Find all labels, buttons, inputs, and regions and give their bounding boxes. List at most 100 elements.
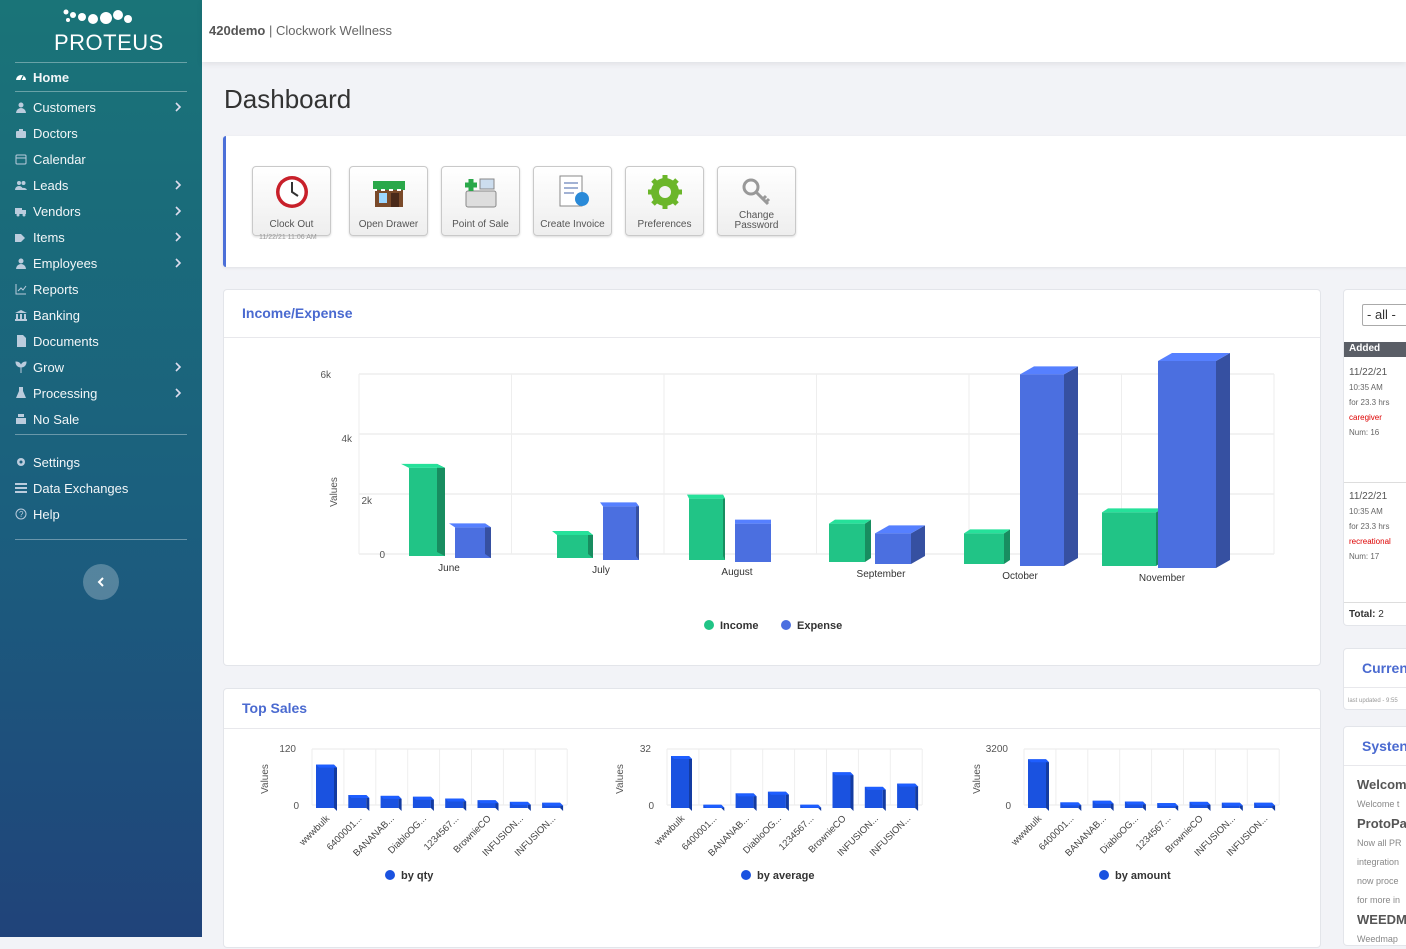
sales-bar[interactable] [1028, 759, 1049, 811]
legend-item[interactable]: by amount [1099, 870, 1171, 882]
sales-bar[interactable] [767, 791, 789, 811]
open-drawer-button[interactable]: Open Drawer [349, 166, 428, 236]
chart-icon [15, 284, 27, 295]
sidebar-item-processing[interactable]: Processing [0, 380, 202, 406]
sales-bar[interactable] [1060, 802, 1082, 811]
income-bar[interactable] [401, 463, 445, 556]
divider [1344, 602, 1406, 603]
sales-bar[interactable] [897, 783, 919, 811]
legend-item[interactable]: Income [704, 620, 759, 632]
collapse-sidebar-button[interactable] [83, 564, 119, 600]
sales-bar[interactable] [832, 772, 854, 811]
invoice-icon [559, 175, 589, 207]
income-bar[interactable] [552, 531, 593, 558]
sales-bar[interactable] [348, 795, 370, 811]
system-message-line: Welcom [1357, 777, 1406, 792]
sales-bar[interactable] [1221, 802, 1243, 811]
x-tick-label: June [438, 563, 460, 574]
sales-bar[interactable] [1157, 803, 1179, 811]
sales-bar[interactable] [1124, 801, 1146, 812]
sales-bar[interactable] [477, 800, 499, 811]
preferences-button[interactable]: Preferences [625, 166, 704, 236]
expense-bar[interactable] [875, 525, 925, 564]
expense-bar[interactable] [735, 519, 771, 562]
plant-icon [15, 361, 27, 373]
logo-dots-icon [63, 9, 132, 24]
sidebar-item-label: Calendar [33, 151, 86, 167]
change-password-button[interactable]: Change Password [717, 166, 796, 236]
total-label: Total: [1349, 609, 1376, 620]
y-tick-label: 0 [648, 801, 654, 812]
sidebar-item-customers[interactable]: Customers [0, 94, 202, 120]
income-bar[interactable] [964, 529, 1010, 564]
income-expense-title: Income/Expense [224, 290, 1320, 338]
x-tick-label: September [857, 569, 907, 580]
list-item[interactable]: 11/22/21 10:35 AM for 23.3 hrs caregiver… [1349, 365, 1389, 440]
income-expense-chart: 0 2k 4k 6k Values June July August September Octo… [320, 353, 1275, 632]
legend-item[interactable]: by average [741, 870, 814, 882]
sidebar-item-calendar[interactable]: Calendar [0, 146, 202, 172]
chevron-left-icon [97, 577, 104, 587]
y-tick-label: 4k [341, 434, 353, 445]
company-name: Clockwork Wellness [275, 23, 393, 38]
sidebar-item-documents[interactable]: Documents [0, 328, 202, 354]
svg-text:Income: Income [720, 620, 759, 632]
svg-text:by average: by average [757, 870, 814, 882]
activity-panel: - all - Added 11/22/21 10:35 AM for 23.3… [1343, 289, 1406, 626]
y-axis-label: Values [972, 764, 983, 794]
sales-bar[interactable] [316, 764, 337, 811]
sales-bar[interactable] [1189, 801, 1211, 811]
sidebar-item-settings[interactable]: Settings [0, 449, 202, 475]
expense-bar[interactable] [1158, 353, 1230, 568]
clock-icon [276, 176, 308, 208]
entry-num: Num: 17 [1349, 552, 1380, 561]
sidebar-item-vendors[interactable]: Vendors [0, 198, 202, 224]
point-of-sale-button[interactable]: Point of Sale [441, 166, 520, 236]
sidebar-item-data-exchanges[interactable]: Data Exchanges [0, 475, 202, 501]
sidebar-item-reports[interactable]: Reports [0, 276, 202, 302]
system-message-line: Welcome t [1357, 799, 1400, 809]
key-icon [742, 178, 771, 206]
legend-item[interactable]: by qty [385, 870, 434, 882]
nav-home[interactable]: Home [0, 64, 202, 90]
expense-bar[interactable] [600, 502, 639, 560]
income-bar[interactable] [687, 494, 725, 560]
sidebar-item-doctors[interactable]: Doctors [0, 120, 202, 146]
quick-action-label: Clock Out [269, 219, 314, 230]
sales-bar[interactable] [735, 793, 757, 811]
svg-text:by amount: by amount [1115, 870, 1171, 882]
sales-bar[interactable] [1092, 800, 1114, 811]
sidebar-item-label: Doctors [33, 125, 78, 141]
income-bar[interactable] [829, 519, 871, 562]
filter-select[interactable]: - all - [1362, 304, 1406, 326]
sales-bar[interactable] [703, 804, 725, 811]
legend-item[interactable]: Expense [781, 620, 842, 632]
sidebar-item-leads[interactable]: Leads [0, 172, 202, 198]
sales-bar[interactable] [542, 802, 564, 811]
sales-bar[interactable] [800, 804, 822, 811]
list-item[interactable]: 11/22/21 10:35 AM for 23.3 hrs recreatio… [1349, 489, 1391, 564]
create-invoice-button[interactable]: Create Invoice [533, 166, 612, 236]
sales-bar[interactable] [509, 801, 531, 811]
added-column-header[interactable]: Added [1344, 342, 1406, 357]
expense-bar[interactable] [449, 523, 491, 558]
sales-bar[interactable] [1254, 802, 1276, 811]
y-tick-label: 3200 [986, 744, 1009, 755]
sidebar-item-no-sale[interactable]: No Sale [0, 406, 202, 432]
sidebar-item-help[interactable]: ? Help [0, 501, 202, 527]
sales-bar[interactable] [671, 756, 692, 811]
logo[interactable]: PROTEUS [0, 0, 202, 62]
current-panel: Curren last updated - 9:55 [1343, 648, 1406, 710]
clock-out-button[interactable]: Clock Out [252, 166, 331, 236]
expense-bar[interactable] [1020, 366, 1078, 566]
sidebar-item-banking[interactable]: Banking [0, 302, 202, 328]
income-bar[interactable] [1102, 508, 1162, 566]
bar-group [401, 353, 1230, 568]
sidebar-item-grow[interactable]: Grow [0, 354, 202, 380]
sidebar-item-employees[interactable]: Employees [0, 250, 202, 276]
sales-bar[interactable] [445, 798, 467, 811]
sidebar-item-items[interactable]: Items [0, 224, 202, 250]
sales-bar[interactable] [380, 795, 402, 811]
sales-bar[interactable] [412, 796, 434, 811]
sales-bar[interactable] [864, 786, 886, 811]
